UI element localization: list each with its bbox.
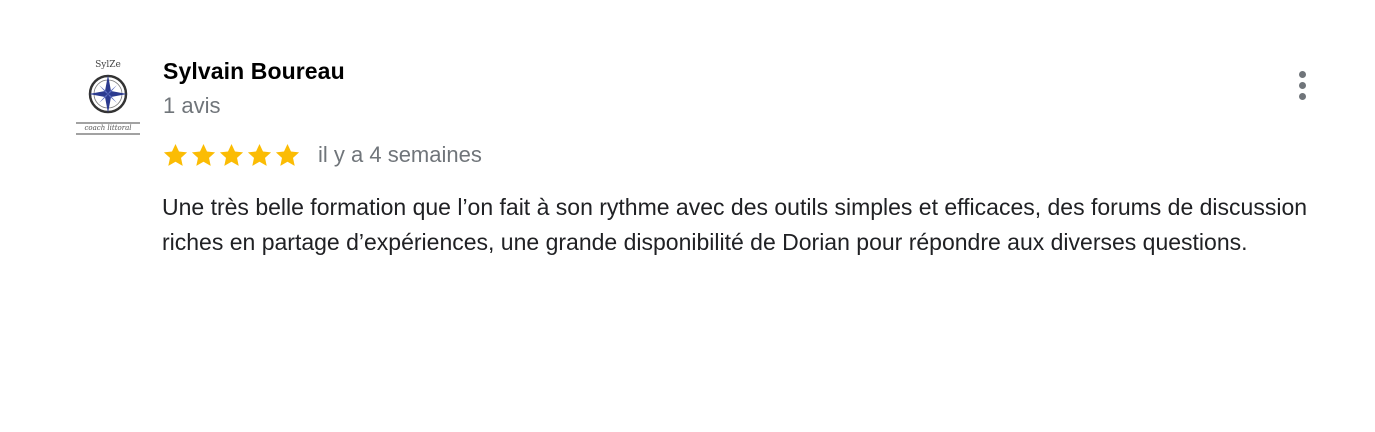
- star-icon: [275, 143, 300, 166]
- review-card: SylZe coach littoral Sylvain Boureau 1 a…: [0, 0, 1375, 432]
- more-vert-icon-dot: [1298, 92, 1306, 100]
- star-icon: [191, 143, 216, 166]
- more-vert-icon-dot: [1298, 81, 1306, 89]
- rating-row: il y a 4 semaines: [162, 140, 482, 170]
- review-date: il y a 4 semaines: [318, 142, 482, 167]
- reviewer-name[interactable]: Sylvain Boureau: [163, 56, 345, 86]
- reviewer-review-count[interactable]: 1 avis: [163, 92, 345, 120]
- compass-rose-logo-icon: SylZe coach littoral: [76, 60, 140, 135]
- reviewer-avatar[interactable]: SylZe coach littoral: [72, 56, 144, 136]
- avatar-logo-bottom-text: coach littoral: [84, 124, 131, 132]
- more-vert-icon: [1298, 70, 1306, 78]
- more-options-button[interactable]: [1286, 66, 1318, 104]
- star-icon: [247, 143, 272, 166]
- star-rating: [162, 142, 301, 169]
- avatar-logo-top-text: SylZe: [95, 60, 121, 70]
- reviewer-info: Sylvain Boureau 1 avis: [163, 56, 345, 120]
- star-icon: [163, 143, 188, 166]
- review-text: Une très belle formation que l’on fait à…: [162, 194, 1308, 255]
- star-icon: [219, 143, 244, 166]
